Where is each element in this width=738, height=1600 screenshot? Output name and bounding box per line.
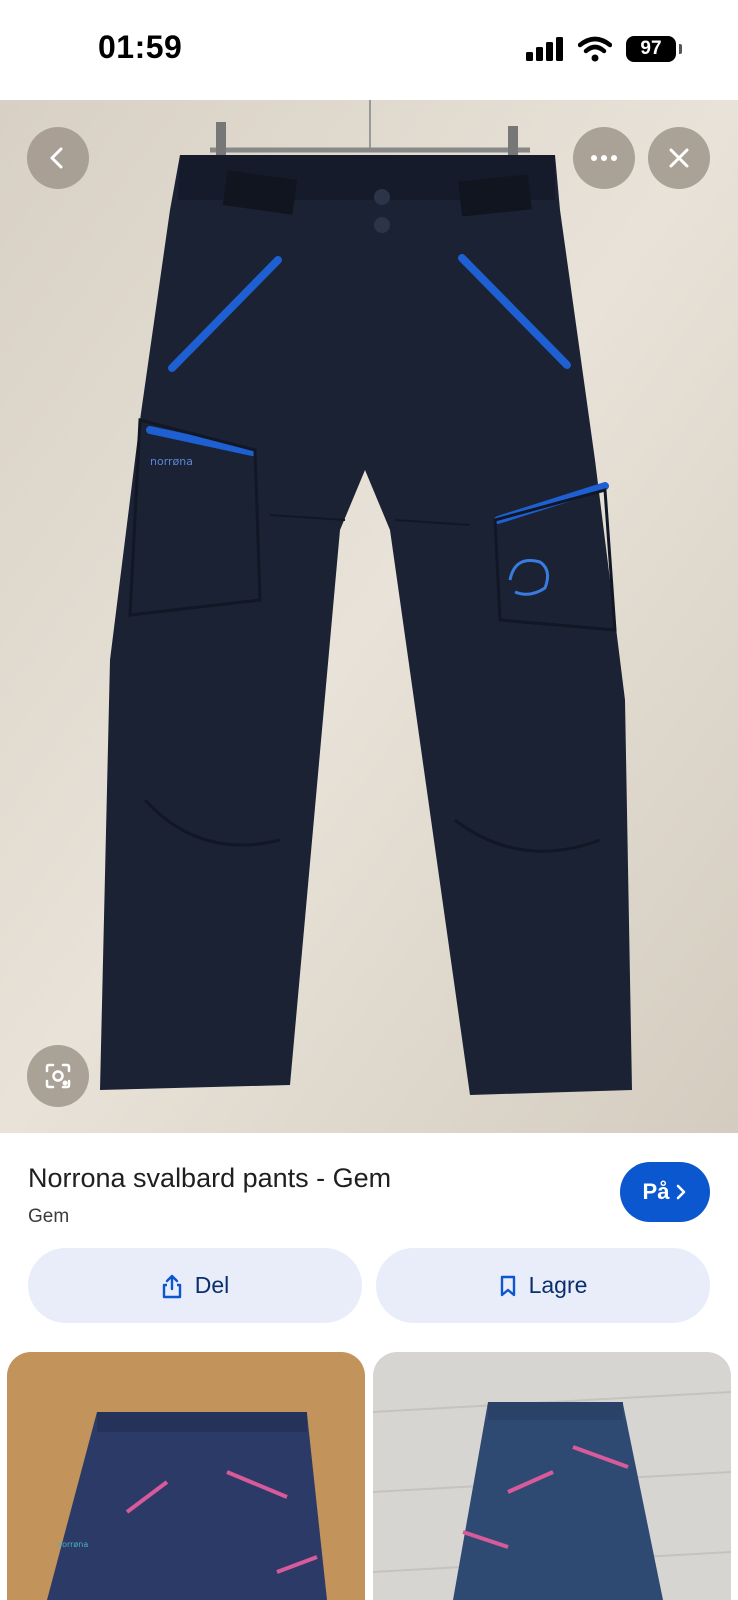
result-title[interactable]: Norrona svalbard pants - Gem	[28, 1163, 391, 1194]
visit-label: På	[642, 1179, 670, 1204]
related-result-thumbnail[interactable]	[373, 1352, 731, 1600]
svg-text:norrøna: norrøna	[150, 455, 193, 468]
chevron-right-icon	[677, 1184, 686, 1200]
result-info-panel: Norrona svalbard pants - Gem Gem På Del …	[0, 1133, 738, 1353]
svg-text:norrøna: norrøna	[57, 1540, 88, 1549]
visit-button[interactable]: På	[620, 1162, 710, 1222]
cellular-signal-icon	[526, 37, 563, 61]
related-product-photo	[373, 1352, 731, 1600]
status-icons: 97	[526, 36, 682, 62]
wifi-icon	[578, 36, 612, 62]
save-button[interactable]: Lagre	[376, 1248, 710, 1323]
status-bar: 01:59 97	[0, 0, 738, 100]
related-product-photo: norrøna	[7, 1352, 365, 1600]
lens-search-icon	[45, 1063, 71, 1089]
product-photo: norrøna	[0, 100, 738, 1133]
share-label: Del	[194, 1272, 230, 1298]
result-source: Gem	[28, 1206, 70, 1227]
more-horizontal-icon	[591, 155, 617, 161]
battery-level: 97	[640, 38, 662, 59]
battery-indicator: 97	[626, 36, 682, 62]
save-label: Lagre	[528, 1272, 588, 1298]
lens-search-button[interactable]	[27, 1045, 89, 1107]
bookmark-icon	[500, 1275, 515, 1296]
hero-image[interactable]: norrøna	[0, 100, 738, 1133]
share-icon	[162, 1274, 181, 1298]
status-time: 01:59	[98, 29, 183, 65]
close-icon	[669, 148, 689, 168]
back-button[interactable]	[27, 127, 89, 189]
more-options-button[interactable]	[573, 127, 635, 189]
share-button[interactable]: Del	[28, 1248, 362, 1323]
close-button[interactable]	[648, 127, 710, 189]
chevron-left-icon	[50, 147, 63, 169]
related-result-thumbnail[interactable]: norrøna	[7, 1352, 365, 1600]
